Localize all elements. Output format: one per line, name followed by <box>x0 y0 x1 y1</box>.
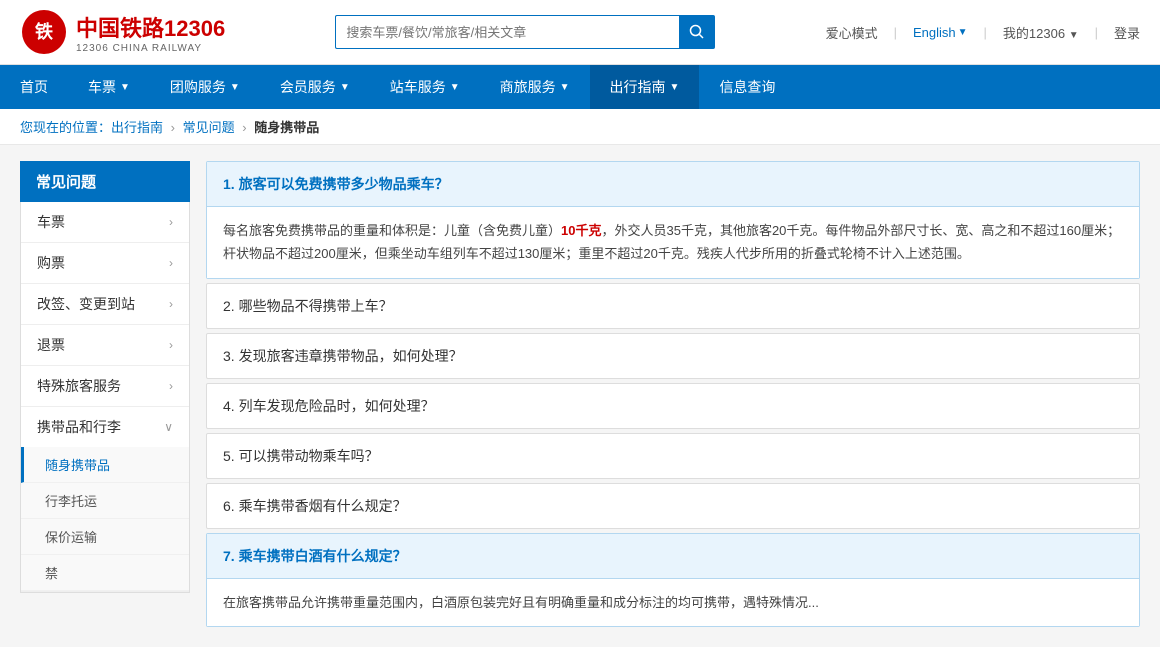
search-button[interactable] <box>679 15 715 49</box>
separator-2: | <box>984 25 987 40</box>
breadcrumb-faq[interactable]: 常见问题 <box>183 120 235 135</box>
sidebar-item-main-gaiqian[interactable]: 改签、变更到站 › <box>21 284 189 324</box>
sidebar-sub-item-forbidden[interactable]: 禁 <box>21 555 189 591</box>
faq-item-6: 6. 乘车携带香烟有什么规定？ <box>206 483 1140 529</box>
login-link[interactable]: 登录 <box>1114 23 1140 42</box>
arrow-icon: › <box>169 215 173 229</box>
breadcrumb-guide[interactable]: 您现在的位置：出行指南 <box>20 120 163 135</box>
language-selector[interactable]: English ▼ <box>913 25 968 40</box>
sidebar-sub-luggage: 随身携带品 行李托运 保价运输 禁 <box>21 447 189 591</box>
expand-icon: ∨ <box>164 420 173 434</box>
highlight-weight: 10千克 <box>561 223 601 238</box>
search-icon <box>689 24 705 40</box>
sidebar-item-main-special[interactable]: 特殊旅客服务 › <box>21 366 189 406</box>
language-label: English <box>913 25 956 40</box>
faq-answer-1: 每名旅客免费携带品的重量和体积是：儿童（含免费儿童）10千克，外交人员35千克，… <box>207 207 1139 278</box>
sidebar-item-main-chuanpiao[interactable]: 车票 › <box>21 202 189 242</box>
arrow-icon: › <box>169 338 173 352</box>
search-area <box>335 15 715 49</box>
faq-item-7: 7. 乘车携带白酒有什么规定？ 在旅客携带品允许携带重量范围内，白酒原包装完好且… <box>206 533 1140 627</box>
nav-item-tickets[interactable]: 车票 ▼ <box>68 65 150 109</box>
header-right: 爱心模式 | English ▼ | 我的12306 ▼ | 登录 <box>826 23 1140 42</box>
main-nav: 首页 车票 ▼ 团购服务 ▼ 会员服务 ▼ 站车服务 ▼ 商旅服务 ▼ 出行指南… <box>0 65 1160 109</box>
sidebar-item-main-luggage[interactable]: 携带品和行李 ∨ <box>21 407 189 447</box>
sidebar-sub-item-baggage[interactable]: 行李托运 <box>21 483 189 519</box>
nav-item-home[interactable]: 首页 <box>0 65 68 109</box>
nav-chevron-icon: ▼ <box>230 82 240 93</box>
sidebar-sub-item-carry[interactable]: 随身携带品 <box>21 447 189 483</box>
sidebar-header: 常见问题 <box>20 161 190 202</box>
main-content: 常见问题 车票 › 购票 › 改签、变更到站 › <box>0 145 1160 647</box>
sidebar-item-main-tuipiao[interactable]: 退票 › <box>21 325 189 365</box>
faq-question-7[interactable]: 7. 乘车携带白酒有什么规定？ <box>207 534 1139 579</box>
nav-chevron-icon: ▼ <box>120 82 130 93</box>
logo-text: 中国铁路12306 12306 CHINA RAILWAY <box>76 11 225 54</box>
faq-item-3: 3. 发现旅客违章携带物品，如何处理？ <box>206 333 1140 379</box>
breadcrumb: 您现在的位置：出行指南 › 常见问题 › 随身携带品 <box>0 109 1160 145</box>
nav-chevron-icon: ▼ <box>340 82 350 93</box>
arrow-icon: › <box>169 297 173 311</box>
arrow-icon: › <box>169 256 173 270</box>
faq-question-2[interactable]: 2. 哪些物品不得携带上车？ <box>207 284 1139 328</box>
nav-item-business[interactable]: 商旅服务 ▼ <box>480 65 590 109</box>
sidebar-item-goupiao: 购票 › <box>21 243 189 284</box>
faq-question-4[interactable]: 4. 列车发现危险品时，如何处理？ <box>207 384 1139 428</box>
separator-1: | <box>894 25 897 40</box>
nav-chevron-icon: ▼ <box>560 82 570 93</box>
sidebar-item-special: 特殊旅客服务 › <box>21 366 189 407</box>
nav-item-guide[interactable]: 出行指南 ▼ <box>590 65 700 109</box>
nav-chevron-icon: ▼ <box>670 82 680 93</box>
sidebar-sub-item-insurance[interactable]: 保价运输 <box>21 519 189 555</box>
svg-text:铁: 铁 <box>35 21 53 42</box>
sidebar-menu: 车票 › 购票 › 改签、变更到站 › 退票 › <box>20 202 190 593</box>
nav-item-member[interactable]: 会员服务 ▼ <box>260 65 370 109</box>
sidebar: 常见问题 车票 › 购票 › 改签、变更到站 › <box>20 161 190 631</box>
account-chevron-icon: ▼ <box>1069 30 1079 41</box>
sidebar-item-chuanpiao: 车票 › <box>21 202 189 243</box>
logo-icon: 铁 <box>20 8 68 56</box>
faq-item-2: 2. 哪些物品不得携带上车？ <box>206 283 1140 329</box>
arrow-icon: › <box>169 379 173 393</box>
language-chevron-icon: ▼ <box>958 27 968 38</box>
breadcrumb-current: 随身携带品 <box>254 120 319 135</box>
logo-area: 铁 中国铁路12306 12306 CHINA RAILWAY <box>20 8 225 56</box>
nav-chevron-icon: ▼ <box>450 82 460 93</box>
faq-question-6[interactable]: 6. 乘车携带香烟有什么规定？ <box>207 484 1139 528</box>
nav-item-group[interactable]: 团购服务 ▼ <box>150 65 260 109</box>
my-account[interactable]: 我的12306 ▼ <box>1003 23 1079 42</box>
sidebar-item-tuipiao: 退票 › <box>21 325 189 366</box>
faq-answer-7: 在旅客携带品允许携带重量范围内，白酒原包装完好且有明确重量和成分标注的均可携带，… <box>207 579 1139 626</box>
breadcrumb-sep-2: › <box>242 120 246 135</box>
nav-item-info[interactable]: 信息查询 <box>699 65 795 109</box>
faq-item-1: 1. 旅客可以免费携带多少物品乘车？ 每名旅客免费携带品的重量和体积是：儿童（含… <box>206 161 1140 279</box>
search-input[interactable] <box>335 15 679 49</box>
sidebar-item-main-goupiao[interactable]: 购票 › <box>21 243 189 283</box>
love-mode[interactable]: 爱心模式 <box>826 23 878 42</box>
faq-question-3[interactable]: 3. 发现旅客违章携带物品，如何处理？ <box>207 334 1139 378</box>
sidebar-item-gaiqian: 改签、变更到站 › <box>21 284 189 325</box>
header: 铁 中国铁路12306 12306 CHINA RAILWAY 爱心模式 | E… <box>0 0 1160 65</box>
breadcrumb-sep-1: › <box>171 120 175 135</box>
faq-item-4: 4. 列车发现危险品时，如何处理？ <box>206 383 1140 429</box>
logo-title: 中国铁路12306 <box>76 11 225 43</box>
nav-item-station[interactable]: 站车服务 ▼ <box>370 65 480 109</box>
logo-sub: 12306 CHINA RAILWAY <box>76 43 225 54</box>
faq-content: 1. 旅客可以免费携带多少物品乘车？ 每名旅客免费携带品的重量和体积是：儿童（含… <box>206 161 1140 631</box>
faq-item-5: 5. 可以携带动物乘车吗？ <box>206 433 1140 479</box>
separator-3: | <box>1095 25 1098 40</box>
faq-question-5[interactable]: 5. 可以携带动物乘车吗？ <box>207 434 1139 478</box>
faq-question-1[interactable]: 1. 旅客可以免费携带多少物品乘车？ <box>207 162 1139 207</box>
sidebar-item-luggage: 携带品和行李 ∨ 随身携带品 行李托运 保价运输 禁 <box>21 407 189 592</box>
